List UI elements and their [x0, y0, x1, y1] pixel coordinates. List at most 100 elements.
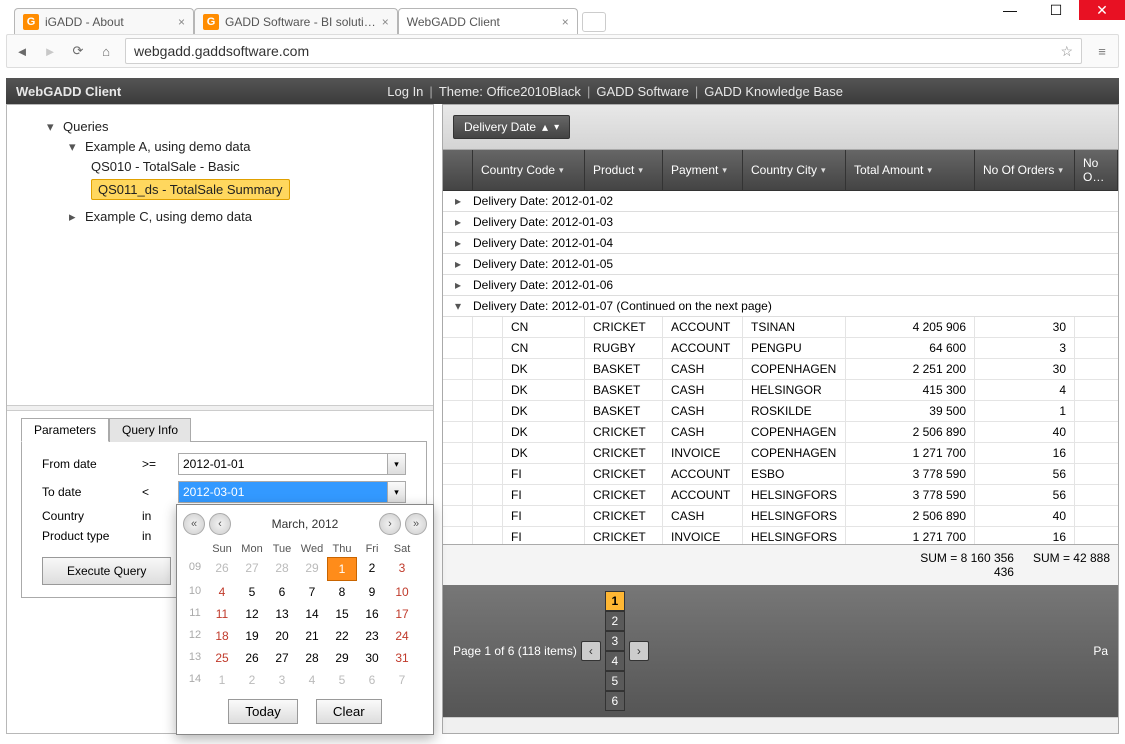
window-close-button[interactable]: ✕ [1079, 0, 1125, 20]
calendar-day[interactable]: 11 [207, 603, 237, 625]
calendar-day[interactable]: 30 [357, 647, 387, 669]
calendar-day[interactable]: 29 [297, 557, 327, 581]
group-row[interactable]: ▸Delivery Date: 2012-01-03 [443, 212, 1118, 233]
calendar-day[interactable]: 27 [237, 557, 267, 581]
calendar-day[interactable]: 21 [297, 625, 327, 647]
col-extra[interactable]: No O… [1075, 150, 1118, 190]
browser-tab[interactable]: G iGADD - About × [14, 8, 194, 34]
horizontal-scrollbar[interactable] [443, 717, 1118, 733]
table-row[interactable]: FICRICKETCASHHELSINGFORS2 506 89040 [443, 506, 1118, 527]
table-row[interactable]: CNRUGBYACCOUNTPENGPU64 6003 [443, 338, 1118, 359]
col-country-code[interactable]: Country Code▾ [473, 150, 585, 190]
calendar-day[interactable]: 3 [387, 557, 417, 581]
calendar-day[interactable]: 18 [207, 625, 237, 647]
to-date-input[interactable] [178, 481, 388, 503]
calendar-day[interactable]: 5 [327, 669, 357, 691]
chevron-right-icon[interactable]: ▸ [443, 257, 473, 271]
table-row[interactable]: FICRICKETACCOUNTESBO3 778 59056 [443, 464, 1118, 485]
filter-icon[interactable]: ▾ [554, 122, 559, 133]
col-product[interactable]: Product▾ [585, 150, 663, 190]
calendar-day[interactable]: 15 [327, 603, 357, 625]
calendar-day[interactable]: 28 [267, 557, 297, 581]
table-row[interactable]: CNCRICKETACCOUNTTSINAN4 205 90630 [443, 317, 1118, 338]
dropdown-icon[interactable]: ▾ [388, 453, 406, 475]
header-link-gadd[interactable]: GADD Software [596, 84, 688, 99]
chevron-right-icon[interactable]: ▸ [443, 215, 473, 229]
calendar-day[interactable]: 4 [297, 669, 327, 691]
tree-leaf-selected[interactable]: QS011_ds - TotalSale Summary [91, 178, 415, 201]
calendar-today-button[interactable]: Today [228, 699, 298, 724]
table-row[interactable]: DKCRICKETINVOICECOPENHAGEN1 271 70016 [443, 443, 1118, 464]
calendar-day[interactable]: 12 [237, 603, 267, 625]
calendar-day[interactable]: 19 [237, 625, 267, 647]
tab-parameters[interactable]: Parameters [21, 418, 109, 442]
col-payment[interactable]: Payment▾ [663, 150, 743, 190]
tree-node[interactable]: ▾Queries ▾Example A, using demo data QS0… [47, 115, 415, 233]
calendar-day[interactable]: 2 [357, 557, 387, 581]
table-row[interactable]: DKCRICKETCASHCOPENHAGEN2 506 89040 [443, 422, 1118, 443]
calendar-day[interactable]: 1 [207, 669, 237, 691]
pager-page[interactable]: 6 [605, 691, 625, 711]
group-chip[interactable]: Delivery Date ▴ ▾ [453, 115, 570, 139]
calendar-day[interactable]: 14 [297, 603, 327, 625]
col-orders[interactable]: No Of Orders▾ [975, 150, 1075, 190]
close-icon[interactable]: × [382, 15, 389, 29]
window-maximize-button[interactable]: ☐ [1033, 0, 1079, 20]
new-tab-button[interactable] [582, 12, 606, 32]
tab-query-info[interactable]: Query Info [109, 418, 191, 442]
calendar-next-icon[interactable]: › [379, 513, 401, 535]
col-amount[interactable]: Total Amount▾ [846, 150, 975, 190]
calendar-prev-icon[interactable]: ‹ [209, 513, 231, 535]
calendar-day[interactable]: 3 [267, 669, 297, 691]
chevron-down-icon[interactable]: ▾ [443, 299, 473, 313]
group-row[interactable]: ▸Delivery Date: 2012-01-06 [443, 275, 1118, 296]
chevron-right-icon[interactable]: ▸ [443, 278, 473, 292]
table-row[interactable]: DKBASKETCASHHELSINGOR415 3004 [443, 380, 1118, 401]
from-date-input[interactable] [178, 453, 388, 475]
calendar-day[interactable]: 7 [297, 581, 327, 603]
calendar-day[interactable]: 20 [267, 625, 297, 647]
pager-next-icon[interactable]: › [629, 641, 649, 661]
back-icon[interactable]: ◄ [13, 42, 31, 60]
calendar-day[interactable]: 7 [387, 669, 417, 691]
tree-leaf[interactable]: QS010 - TotalSale - Basic [91, 155, 415, 178]
calendar-day[interactable]: 6 [267, 581, 297, 603]
calendar-fast-next-icon[interactable]: » [405, 513, 427, 535]
pager-page[interactable]: 4 [605, 651, 625, 671]
group-row[interactable]: ▸Delivery Date: 2012-01-04 [443, 233, 1118, 254]
calendar-day[interactable]: 4 [207, 581, 237, 603]
execute-query-button[interactable]: Execute Query [42, 557, 171, 585]
browser-tab[interactable]: G GADD Software - BI soluti… × [194, 8, 398, 34]
reload-icon[interactable]: ⟳ [69, 42, 87, 60]
table-row[interactable]: DKBASKETCASHROSKILDE39 5001 [443, 401, 1118, 422]
calendar-day[interactable]: 6 [357, 669, 387, 691]
calendar-day[interactable]: 22 [327, 625, 357, 647]
pager-prev-icon[interactable]: ‹ [581, 641, 601, 661]
calendar-clear-button[interactable]: Clear [316, 699, 382, 724]
calendar-day[interactable]: 25 [207, 647, 237, 669]
calendar-day[interactable]: 23 [357, 625, 387, 647]
pager-page[interactable]: 3 [605, 631, 625, 651]
calendar-day[interactable]: 27 [267, 647, 297, 669]
window-minimize-button[interactable]: — [987, 0, 1033, 20]
close-icon[interactable]: × [178, 15, 185, 29]
header-link-kb[interactable]: GADD Knowledge Base [704, 84, 843, 99]
group-row[interactable]: ▸Delivery Date: 2012-01-02 [443, 191, 1118, 212]
calendar-day[interactable]: 28 [297, 647, 327, 669]
group-by-panel[interactable]: Delivery Date ▴ ▾ [443, 105, 1118, 150]
calendar-day[interactable]: 5 [237, 581, 267, 603]
calendar-day[interactable]: 29 [327, 647, 357, 669]
tree-node[interactable]: ▾Example A, using demo data QS010 - Tota… [69, 135, 415, 205]
calendar-day[interactable]: 24 [387, 625, 417, 647]
close-icon[interactable]: × [562, 15, 569, 29]
header-link-theme[interactable]: Theme: Office2010Black [439, 84, 581, 99]
group-row[interactable]: ▸Delivery Date: 2012-01-05 [443, 254, 1118, 275]
chevron-right-icon[interactable]: ▸ [443, 236, 473, 250]
calendar-day[interactable]: 31 [387, 647, 417, 669]
address-bar[interactable]: webgadd.gaddsoftware.com ☆ [125, 38, 1082, 64]
dropdown-icon[interactable]: ▾ [388, 481, 406, 503]
tree-node[interactable]: ▸Example C, using demo data [69, 205, 415, 229]
calendar-title[interactable]: March, 2012 [231, 517, 379, 531]
calendar-day[interactable]: 26 [237, 647, 267, 669]
calendar-day[interactable]: 9 [357, 581, 387, 603]
